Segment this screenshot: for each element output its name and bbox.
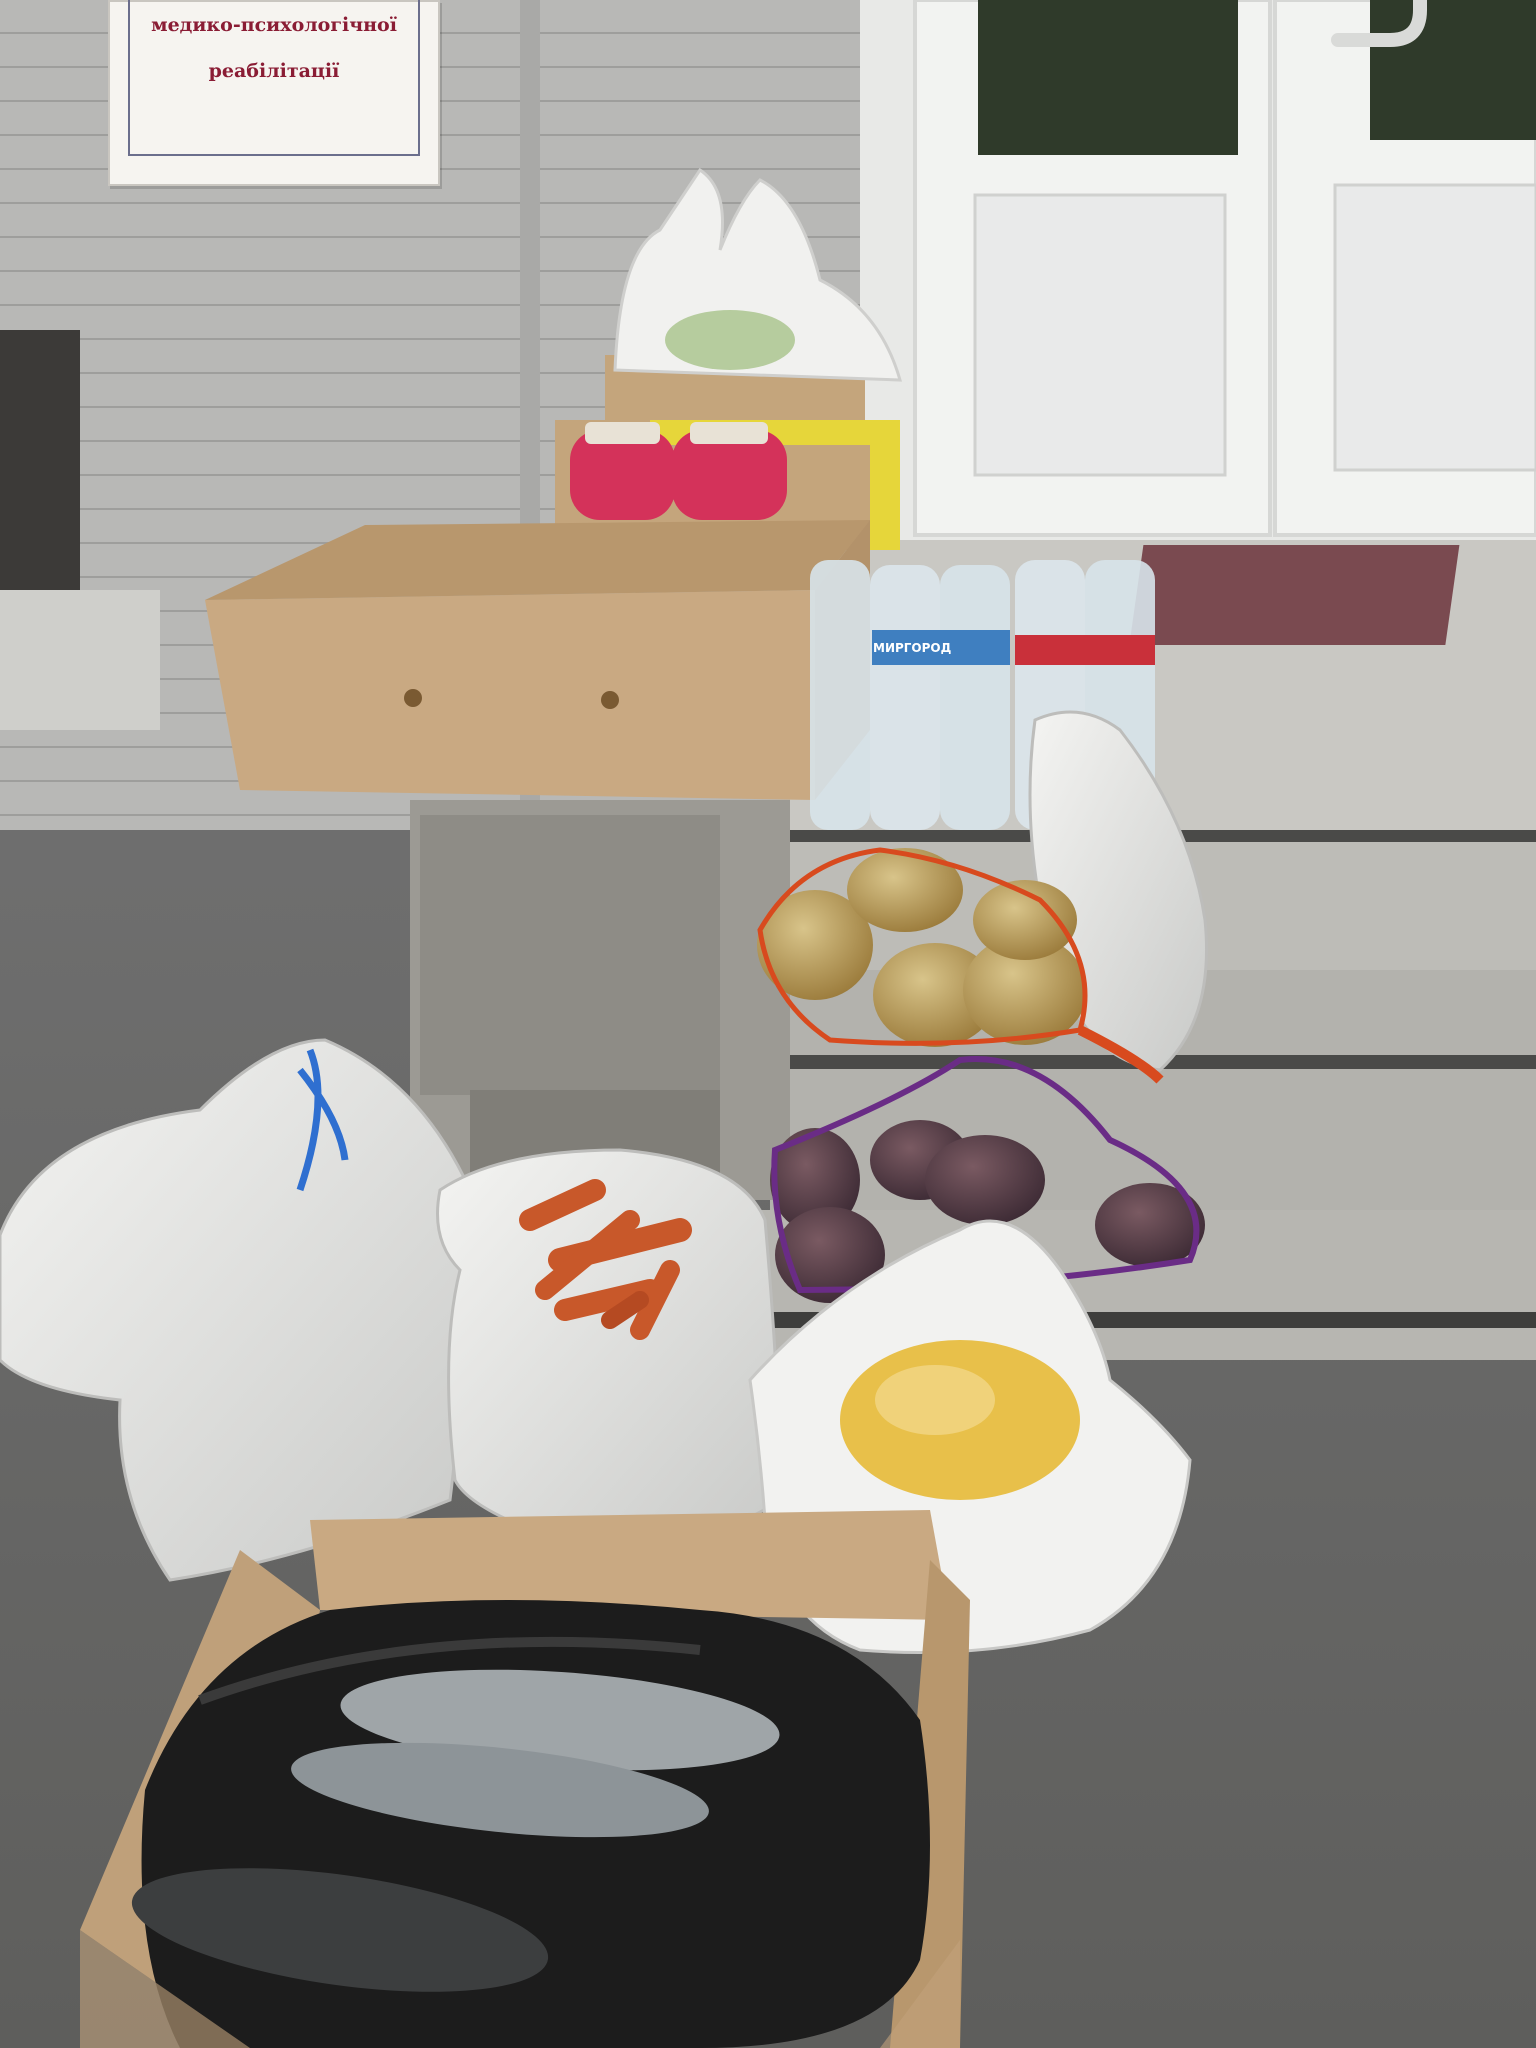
sign-line-2: реабілітації [208,60,340,82]
pickled-jar-2-lid [690,422,768,444]
bottle-label-text: МИРГОРОД [873,641,951,655]
carrot-sack [436,1148,782,1547]
door-left-panel [973,193,1227,477]
rehabilitation-sign: медико-психологічної реабілітації [108,0,440,186]
donation-photo: МИРГОРОД [0,0,1536,2048]
pickled-jar-1-lid [585,422,660,444]
dill-bundle [665,310,795,370]
pillar-face [420,815,720,1095]
yellow-tape-side [870,420,900,550]
concrete-ledge [0,590,160,730]
sign-line-1: медико-психологічної [151,14,397,36]
bread-highlight [875,1365,995,1435]
door-left-glass [978,0,1238,155]
box-hole-2 [601,691,619,709]
photo-scene: МИРГОРОД медико-психологічної реабілітац… [0,0,1536,2048]
door-right-glass [1370,0,1536,140]
door-right-panel [1333,183,1536,472]
doormat [1129,545,1460,645]
box-hole-1 [404,689,422,707]
dark-opening [0,330,80,590]
open-box-front [205,590,815,800]
